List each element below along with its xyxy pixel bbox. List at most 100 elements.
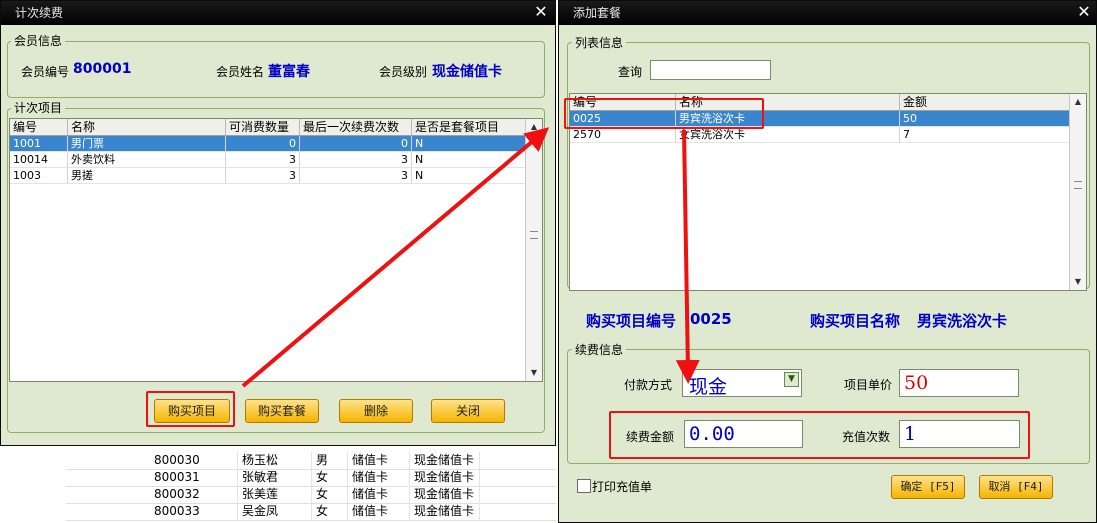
scroll-down-icon[interactable]: ▼ [526,365,542,381]
background-member-table: 800030 杨玉松 男 储值卡 现金储值卡 800031 张敏君 女 储值卡 … [66,446,556,523]
member-gender-cell: 女 [312,503,348,520]
column-header[interactable]: 最后一次续费次数 [300,119,412,135]
member-level-cell: 现金储值卡 [410,503,480,520]
member-name-label: 会员姓名 [216,65,265,79]
member-name-cell: 张美莲 [238,486,312,503]
item-name-cell: 男搓 [68,168,226,184]
scroll-up-icon[interactable]: ▲ [1070,94,1086,110]
item-package-cell: N [412,152,526,168]
table-row[interactable]: 800033 吴金凤 女 储值卡 现金储值卡 [66,503,556,521]
member-id-cell: 800032 [150,486,238,503]
table-row[interactable]: 10014 外卖饮料 3 3 N [10,152,526,168]
delete-button[interactable]: 删除 [339,399,413,423]
member-name-cell: 杨玉松 [238,452,312,469]
column-header[interactable]: 编号 [10,119,68,135]
payment-label: 付款方式 [624,378,673,392]
item-name-cell: 外卖饮料 [68,152,226,168]
package-name-cell: 女宾洗浴次卡 [676,127,900,143]
member-level-cell: 现金储值卡 [410,486,480,503]
query-input[interactable] [650,60,771,80]
chevron-down-icon[interactable]: ▼ [784,372,799,387]
renew-info-group-label: 续费信息 [572,343,627,357]
table-row[interactable]: 800031 张敏君 女 储值卡 现金储值卡 [66,469,556,487]
highlight-selected-package [564,98,764,129]
item-last-cell: 3 [300,168,412,184]
member-level-cell: 现金储值卡 [410,469,480,486]
member-no-label: 会员编号 [21,65,70,79]
scroll-thumb[interactable] [1074,181,1082,189]
column-header[interactable]: 是否是套餐项目 [412,119,526,135]
table-row[interactable]: 800032 张美莲 女 储值卡 现金储值卡 [66,486,556,504]
item-name-cell: 男门票 [68,136,226,152]
payment-select[interactable]: 现金 ▼ [682,369,802,398]
column-header[interactable]: 名称 [68,119,226,135]
item-qty-cell: 3 [226,168,300,184]
table-header: 编号 名称 可消费数量 最后一次续费次数 是否是套餐项目 [10,119,526,136]
item-last-cell: 0 [300,136,412,152]
item-id-cell: 1001 [10,136,68,152]
column-header[interactable]: 可消费数量 [226,119,300,135]
package-amount-cell: 50 [900,111,1070,127]
table-row[interactable]: 1003 男搓 3 3 N [10,168,526,184]
unit-price-field[interactable]: 50 [899,369,1019,397]
member-id-cell: 800033 [150,503,238,520]
item-id-cell: 1003 [10,168,68,184]
purchase-name-label: 购买项目名称 [810,312,901,330]
scroll-up-icon[interactable]: ▲ [526,119,542,135]
count-items-table[interactable]: 编号 名称 可消费数量 最后一次续费次数 是否是套餐项目 1001 男门票 0 … [9,118,543,382]
window-title: 添加套餐 [573,6,622,20]
member-gender-cell: 女 [312,469,348,486]
unit-price-label: 项目单价 [844,378,893,392]
print-receipt-label: 打印充值单 [592,480,653,494]
scroll-down-icon[interactable]: ▼ [1070,274,1086,290]
member-level-cell: 现金储值卡 [410,452,480,469]
member-id-cell: 800031 [150,469,238,486]
item-package-cell: N [412,168,526,184]
column-header[interactable]: 金额 [900,94,1070,110]
vertical-scrollbar[interactable]: ▲ ▼ [525,119,542,381]
member-gender-cell: 女 [312,486,348,503]
member-name-cell: 吴金凤 [238,503,312,520]
list-info-group-label: 列表信息 [572,36,627,50]
member-info-group-label: 会员信息 [11,34,66,48]
member-type-cell: 储值卡 [348,486,410,503]
vertical-scrollbar[interactable]: ▲ ▼ [1069,94,1086,290]
member-gender-cell: 男 [312,452,348,469]
item-qty-cell: 0 [226,136,300,152]
item-qty-cell: 3 [226,152,300,168]
query-label: 查询 [618,65,643,79]
package-id-cell: 2570 [570,127,676,143]
highlight-buy-item [146,391,235,427]
unit-price-value: 50 [904,372,929,394]
item-id-cell: 10014 [10,152,68,168]
renew-count-window: 计次续费 ✕ 会员信息 会员编号 800001 会员姓名 董富春 会员级别 现金… [0,0,556,446]
item-last-cell: 3 [300,152,412,168]
member-name-value: 董富春 [268,64,310,80]
print-receipt-checkbox[interactable] [577,479,591,493]
payment-select-value: 现金 [689,376,728,398]
table-row[interactable]: 1001 男门票 0 0 N [10,136,526,152]
item-package-cell: N [412,136,526,152]
member-level-value: 现金储值卡 [432,64,502,80]
close-icon[interactable]: ✕ [1074,1,1094,25]
cancel-button[interactable]: 取消 [F4] [979,475,1053,499]
close-icon[interactable]: ✕ [531,1,551,25]
close-button[interactable]: 关闭 [431,399,505,423]
window-titlebar[interactable]: 添加套餐 [559,1,1096,25]
purchase-id-value: 0025 [690,310,732,328]
package-amount-cell: 7 [900,127,1070,143]
member-level-label: 会员级别 [379,65,428,79]
table-row[interactable]: 2570 女宾洗浴次卡 7 [570,127,1070,143]
member-type-cell: 储值卡 [348,469,410,486]
member-name-cell: 张敏君 [238,469,312,486]
count-items-group-label: 计次项目 [11,101,66,115]
purchase-name-value: 男宾洗浴次卡 [917,312,1008,330]
table-row[interactable]: 800030 杨玉松 男 储值卡 现金储值卡 [66,452,556,470]
scroll-thumb[interactable] [530,231,538,239]
window-title: 计次续费 [15,6,64,20]
highlight-amount-times [609,411,1030,459]
buy-package-button[interactable]: 购买套餐 [245,399,319,423]
member-no-value: 800001 [73,61,132,77]
window-titlebar[interactable]: 计次续费 [1,1,555,25]
confirm-button[interactable]: 确定 [F5] [891,475,965,499]
